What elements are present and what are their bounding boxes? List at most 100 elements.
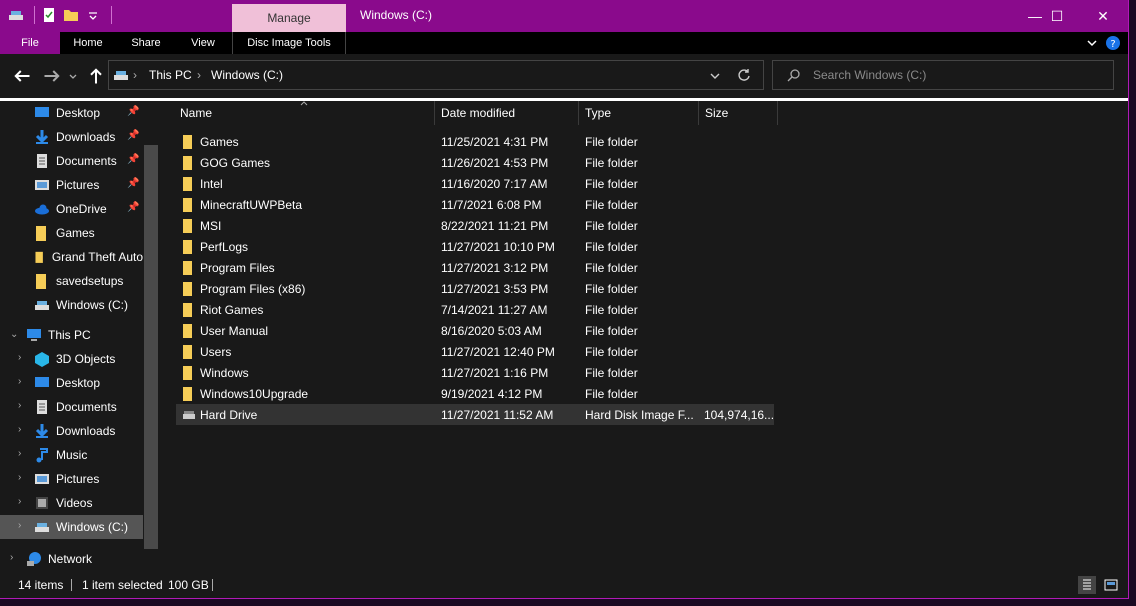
file-name: Intel (200, 177, 223, 191)
quick-access-grand-theft-auto[interactable]: Grand Theft Auto (0, 245, 143, 269)
file-type: File folder (585, 261, 638, 275)
file-row[interactable]: Users 11/27/2021 12:40 PM File folder (176, 341, 774, 362)
nav-label: Windows (C:) (56, 520, 129, 534)
manage-tab[interactable]: Manage (232, 4, 346, 32)
file-name: Riot Games (200, 303, 264, 317)
chevron-right-icon[interactable]: › (18, 448, 21, 459)
chevron-right-icon[interactable]: › (18, 424, 21, 435)
quick-access-savedsetups[interactable]: savedsetups (0, 269, 143, 293)
chevron-right-icon[interactable]: › (18, 352, 21, 363)
file-row[interactable]: Riot Games 7/14/2021 11:27 AM File folder (176, 299, 774, 320)
nav-label: Documents (56, 400, 117, 414)
disk-image-icon (183, 411, 195, 419)
breadcrumb-windows-c[interactable]: Windows (C:) (211, 68, 283, 82)
nav-windows-c[interactable]: › Windows (C:) (0, 515, 143, 539)
properties-icon[interactable] (41, 7, 57, 23)
column-header-size[interactable]: Size (705, 101, 778, 125)
nav-this-pc[interactable]: ⌄ This PC (0, 323, 143, 347)
breadcrumb-this-pc[interactable]: This PC (149, 68, 192, 82)
nav-3d-objects[interactable]: › 3D Objects (0, 347, 143, 371)
breadcrumb-separator-icon[interactable]: › (133, 68, 137, 82)
tab-file[interactable]: File (0, 32, 60, 54)
nav-pictures[interactable]: › Pictures (0, 467, 143, 491)
column-header-type[interactable]: Type (585, 101, 699, 125)
details-view-icon[interactable] (1078, 576, 1096, 594)
nav-label: Downloads (56, 424, 116, 438)
file-name: Games (200, 135, 239, 149)
large-icons-view-icon[interactable] (1102, 576, 1120, 594)
file-row[interactable]: Games 11/25/2021 4:31 PM File folder (176, 131, 774, 152)
quick-access-games[interactable]: Games (0, 221, 143, 245)
nav-pane-scrollbar[interactable] (144, 145, 158, 549)
quick-access-pictures[interactable]: Pictures 📌 (0, 173, 143, 197)
chevron-right-icon[interactable]: › (18, 520, 21, 531)
file-row[interactable]: Windows10Upgrade 9/19/2021 4:12 PM File fo… (176, 383, 774, 404)
column-header-date[interactable]: Date modified (441, 101, 579, 125)
address-bar[interactable]: › This PC › Windows (C:) (108, 60, 764, 90)
nav-downloads[interactable]: › Downloads (0, 419, 143, 443)
window-title: Windows (C:) (360, 8, 433, 22)
close-button[interactable]: ✕ (1080, 0, 1126, 32)
new-folder-icon[interactable] (63, 7, 79, 23)
nav-music[interactable]: › Music (0, 443, 143, 467)
tab-disc-image-tools[interactable]: Disc Image Tools (232, 32, 346, 54)
up-arrow-icon[interactable] (86, 66, 106, 86)
file-row[interactable]: Intel 11/16/2020 7:17 AM File folder (176, 173, 774, 194)
nav-label: Music (56, 448, 88, 462)
file-row[interactable]: User Manual 8/16/2020 5:03 AM File folder (176, 320, 774, 341)
selection-count: 1 item selected (82, 578, 163, 592)
tab-home[interactable]: Home (60, 32, 116, 54)
forward-arrow-icon[interactable] (42, 66, 62, 86)
file-type: File folder (585, 219, 638, 233)
quick-access-onedrive[interactable]: OneDrive 📌 (0, 197, 143, 221)
file-type: File folder (585, 387, 638, 401)
file-row[interactable]: PerfLogs 11/27/2021 10:10 PM File folder (176, 236, 774, 257)
address-dropdown-icon[interactable] (709, 70, 721, 82)
folder-icon (183, 261, 192, 275)
folder-icon (35, 251, 43, 263)
nav-desktop[interactable]: › Desktop (0, 371, 143, 395)
help-icon[interactable]: ? (1105, 35, 1121, 51)
file-type: File folder (585, 135, 638, 149)
file-row[interactable]: MSI 8/22/2021 11:21 PM File folder (176, 215, 774, 236)
file-row[interactable]: Hard Drive 11/27/2021 11:52 AM Hard Disk I… (176, 404, 774, 425)
tab-view[interactable]: View (176, 32, 230, 54)
nav-network[interactable]: › Network (0, 547, 143, 571)
file-row[interactable]: MinecraftUWPBeta 11/7/2021 6:08 PM File fo… (176, 194, 774, 215)
folder-icon (183, 282, 192, 296)
chevron-right-icon[interactable]: › (18, 496, 21, 507)
recent-locations-chevron-icon[interactable] (68, 72, 78, 82)
nav-label: Desktop (56, 106, 101, 120)
tab-share[interactable]: Share (118, 32, 174, 54)
chevron-right-icon[interactable]: › (10, 552, 13, 563)
chevron-down-icon[interactable]: ⌄ (10, 329, 18, 340)
chevron-right-icon[interactable]: › (18, 376, 21, 387)
chevron-right-icon[interactable]: › (18, 400, 21, 411)
nav-documents[interactable]: › Documents (0, 395, 143, 419)
file-row[interactable]: Program Files 11/27/2021 3:12 PM File fold… (176, 257, 774, 278)
expand-ribbon-icon[interactable] (1086, 37, 1098, 49)
drive-icon[interactable] (8, 7, 24, 23)
file-type: File folder (585, 345, 638, 359)
pin-icon: 📌 (127, 202, 140, 213)
back-arrow-icon[interactable] (12, 66, 32, 86)
column-header-name[interactable]: Name (180, 101, 435, 125)
quick-access-desktop[interactable]: Desktop 📌 (0, 101, 143, 125)
date-modified: 11/27/2021 3:53 PM (441, 282, 549, 296)
refresh-icon[interactable] (737, 68, 751, 82)
search-box[interactable]: Search Windows (C:) (772, 60, 1114, 90)
customize-toolbar-icon[interactable] (85, 7, 101, 23)
file-row[interactable]: Program Files (x86) 11/27/2021 3:53 PM Fil… (176, 278, 774, 299)
drive-icon (114, 71, 128, 80)
quick-access-downloads[interactable]: Downloads 📌 (0, 125, 143, 149)
file-row[interactable]: Windows 11/27/2021 1:16 PM File folder (176, 362, 774, 383)
file-row[interactable]: GOG Games 11/26/2021 4:53 PM File folder (176, 152, 774, 173)
maximize-button[interactable]: ☐ (1034, 0, 1080, 32)
chevron-right-icon[interactable]: › (18, 472, 21, 483)
nav-label: Pictures (56, 472, 100, 486)
navigation-bar: › This PC › Windows (C:) Search Windows … (0, 54, 1128, 98)
breadcrumb-separator-icon[interactable]: › (197, 68, 201, 82)
quick-access-windows-c[interactable]: Windows (C:) (0, 293, 143, 317)
nav-videos[interactable]: › Videos (0, 491, 143, 515)
quick-access-documents[interactable]: Documents 📌 (0, 149, 143, 173)
